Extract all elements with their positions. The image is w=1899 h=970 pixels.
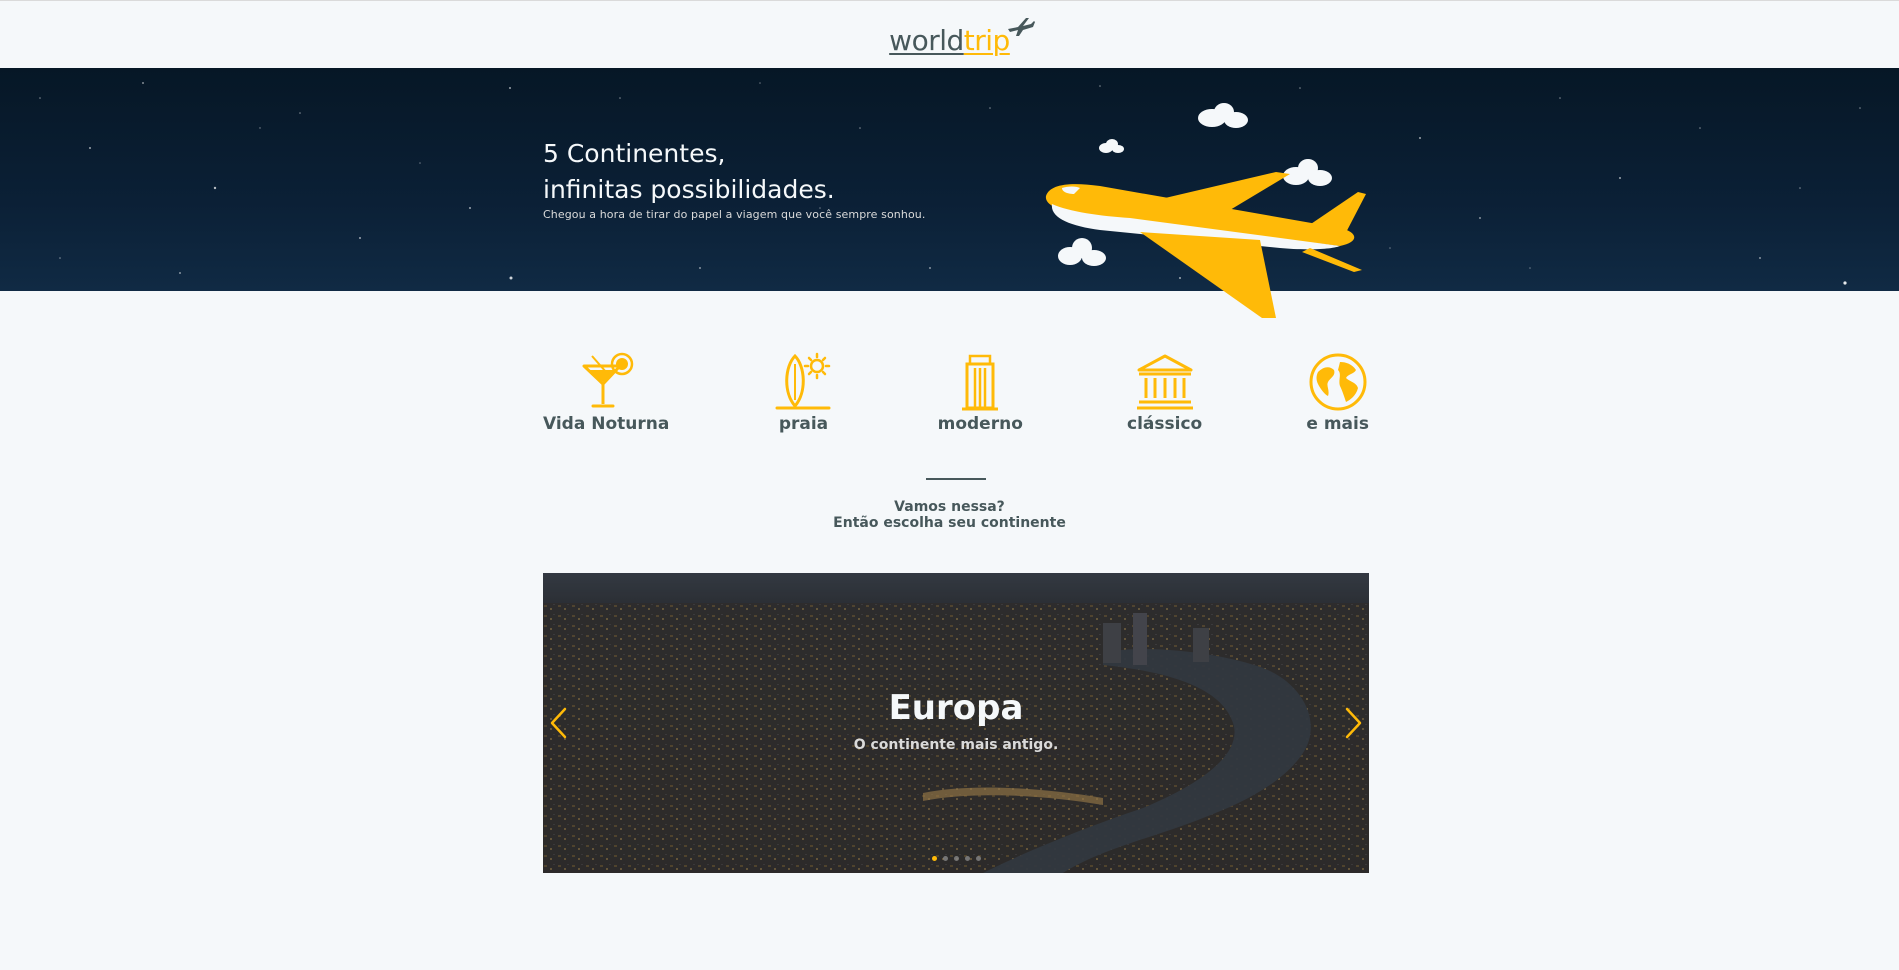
banner-subtitle: Chegou a hora de tirar do papel a viagem… [543,208,926,221]
building-icon [962,354,999,411]
museum-icon [1136,354,1193,410]
slide-title[interactable]: Europa [543,688,1369,728]
logo-trip-text: trip [963,23,1011,57]
travel-type-label: Vida Noturna [543,414,670,434]
hero-banner: 5 Continentes, infinitas possibilidades.… [0,68,1899,291]
carousel-dot[interactable] [975,856,981,861]
carousel-dot[interactable] [931,856,937,861]
cocktail-icon [582,352,634,408]
carousel-dot[interactable] [964,856,970,861]
travel-type-label: moderno [937,414,1023,434]
cloud-icon [1198,103,1248,128]
travel-type-label: clássico [1127,414,1203,434]
carousel-next-arrow-icon[interactable] [1343,706,1363,740]
carousel-prev-arrow-icon[interactable] [549,706,569,740]
travel-type-modern[interactable]: moderno [938,352,1023,437]
travel-type-label: e mais [1306,414,1369,434]
earth-icon [1309,353,1367,411]
cloud-icon [1099,139,1124,153]
slide-subtitle: O continente mais antigo. [853,737,1059,753]
logo[interactable]: world trip [889,15,1035,57]
section-divider [926,478,986,480]
cloud-icon [1058,238,1106,266]
continent-carousel[interactable]: Europa O continente mais antigo. [543,573,1369,873]
banner-title-line2: infinitas possibilidades. [543,175,835,204]
invite-line2: Então escolha seu continente [833,515,1066,531]
travel-type-beach[interactable]: praia [773,352,833,437]
invite-line1: Vamos nessa? [894,499,1005,515]
travel-type-label: praia [778,414,829,434]
travel-types: Vida Noturna praia moderno clássico e ma… [543,352,1369,437]
travel-type-classic[interactable]: clássico [1127,352,1202,437]
cloud-icon [1283,159,1332,186]
airplane-illustration [1045,103,1366,318]
continent-invite: Vamos nessa? Então escolha seu continent… [0,499,1899,531]
logo-world-text: world [889,23,964,57]
logo-airplane-icon [1007,17,1035,36]
surfboard-icon [775,352,831,410]
banner-title: 5 Continentes, infinitas possibilidades. [543,136,1003,208]
travel-type-nightlife[interactable]: Vida Noturna [543,352,669,437]
banner-text: 5 Continentes, infinitas possibilidades.… [543,136,1003,221]
carousel-pagination [543,856,1369,861]
carousel-dot[interactable] [953,856,959,861]
header: world trip [0,1,1899,68]
banner-title-line1: 5 Continentes, [543,139,726,168]
carousel-dot[interactable] [942,856,948,861]
travel-type-more[interactable]: e mais [1306,352,1369,437]
